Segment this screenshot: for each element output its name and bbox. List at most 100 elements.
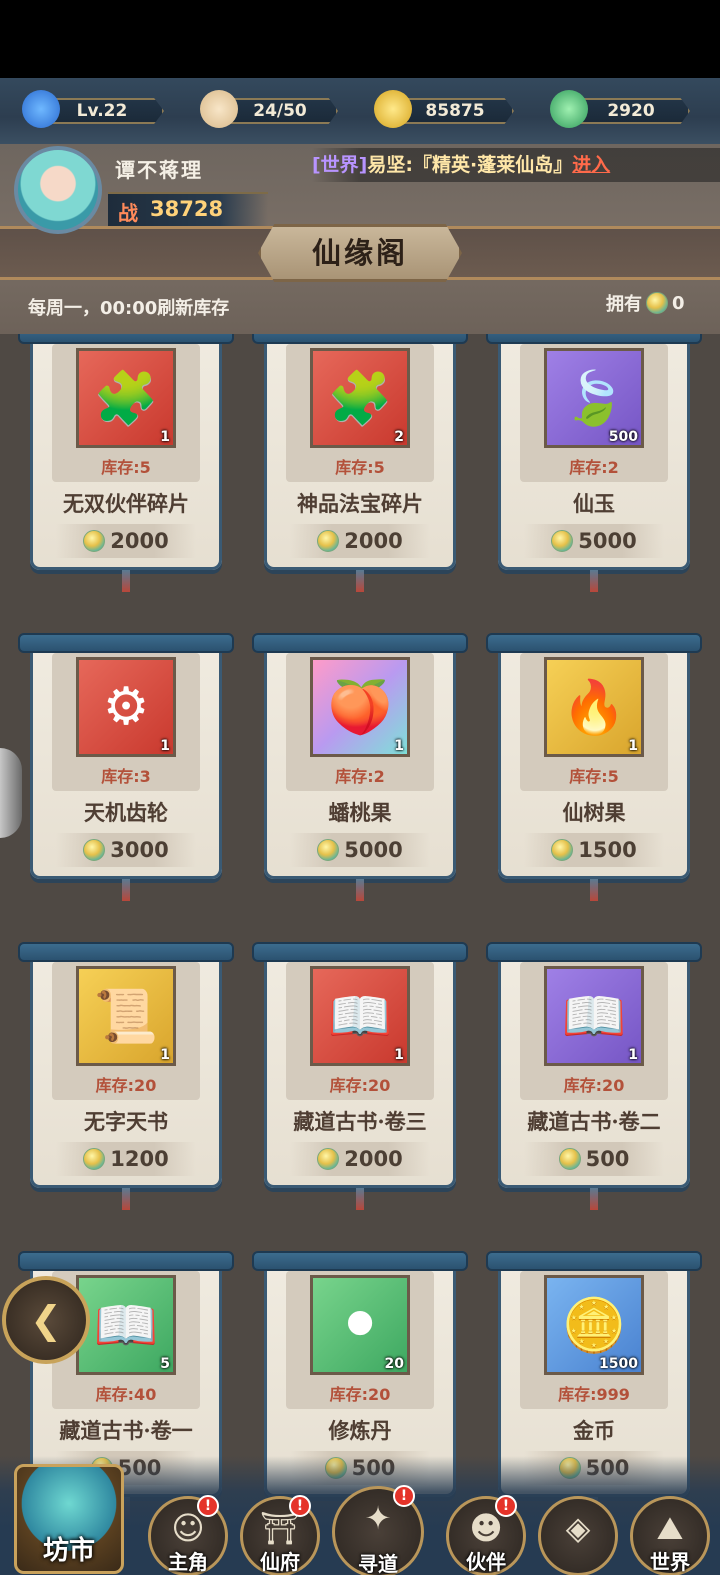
shop-item-card[interactable]: 📖 1 库存:20 藏道古书·卷二 500 — [486, 942, 702, 1210]
broadcast-message: 『精英·蓬莱仙岛』 — [412, 154, 573, 176]
item-price: 1500 — [578, 838, 637, 862]
item-glyph: 🧩 — [93, 368, 159, 429]
open-book-icon[interactable]: 📖 5 — [76, 1275, 176, 1375]
shop-item-card[interactable]: ⚙ 1 库存:3 天机齿轮 3000 — [18, 633, 234, 901]
shop-item-card[interactable]: 📜 1 库存:20 无字天书 1200 — [18, 942, 234, 1210]
item-name: 蟠桃果 — [328, 800, 392, 825]
broadcast-channel: [世界] — [312, 154, 368, 176]
item-name: 无双伙伴碎片 — [63, 491, 189, 516]
item-stock: 库存:20 — [563, 1076, 625, 1095]
item-price: 500 — [585, 1147, 630, 1171]
gear-icon[interactable]: ⚙ 1 — [76, 657, 176, 757]
nav-mansion-label: 仙府 — [260, 1550, 300, 1574]
pill-bowl-icon[interactable]: ⚫ 20 — [310, 1275, 410, 1375]
nav-quest-button[interactable]: ✦ ! 寻道 — [332, 1485, 424, 1575]
jade-coin-icon — [551, 530, 574, 552]
shop-item-card[interactable]: 🍑 1 库存:2 蟠桃果 5000 — [252, 633, 468, 901]
power-value: 38728 — [150, 197, 224, 221]
buy-price-button[interactable]: 1200 — [56, 1142, 196, 1176]
page-title-plate: 仙缘阁 — [258, 224, 462, 282]
buy-price-button[interactable]: 1500 — [524, 833, 664, 867]
jade-coin-icon — [646, 292, 668, 314]
bottom-nav: 坊市 ☺ ! 主角 ⛩ ! 仙府 ✦ ! 寻道 ☻ ! 伙伴 ◈ ⛰ 世界 — [0, 1456, 720, 1575]
scroll-rod — [252, 1251, 468, 1271]
jade-leaf-icon[interactable] — [550, 90, 588, 128]
jade-coin-icon — [558, 1148, 581, 1170]
shop-item-card[interactable]: 🧩 2 库存:5 神品法宝碎片 2000 — [252, 324, 468, 592]
shop-item-card[interactable]: 🧩 1 库存:5 无双伙伴碎片 2000 — [18, 324, 234, 592]
world-broadcast[interactable]: [世界]易坚:『精英·蓬莱仙岛』进入 — [312, 148, 720, 182]
gold-coin-icon[interactable] — [374, 90, 412, 128]
item-price: 2000 — [344, 1147, 403, 1171]
nav-market-button[interactable]: 坊市 — [14, 1464, 124, 1574]
nav-partner-button[interactable]: ☻ ! 伙伴 — [446, 1495, 526, 1575]
owned-label: 拥有 — [606, 294, 642, 315]
peach-icon[interactable]: 🍑 1 — [310, 657, 410, 757]
item-glyph: 🧩 — [327, 368, 393, 429]
page-title: 仙缘阁 — [311, 236, 408, 270]
jade-display[interactable]: 2920 — [572, 98, 690, 124]
nav-world-button[interactable]: ⛰ 世界 — [630, 1496, 710, 1575]
item-glyph: ⚙ — [102, 677, 150, 737]
nav-world-label: 世界 — [650, 1550, 690, 1574]
scroll-rod — [486, 1251, 702, 1271]
buy-price-button[interactable]: 5000 — [524, 524, 664, 558]
scroll-book-icon[interactable]: 📜 1 — [76, 966, 176, 1066]
stamina-value: 24/50 — [253, 101, 307, 121]
tassel — [590, 879, 598, 901]
item-quantity: 1500 — [599, 1356, 638, 1372]
tassel — [590, 1188, 598, 1210]
avatar[interactable] — [14, 146, 102, 234]
refresh-notice: 每周一，00:00刷新库存 — [28, 298, 230, 319]
item-quantity: 1 — [394, 1047, 404, 1063]
scroll-rod — [18, 633, 234, 653]
buy-price-button[interactable]: 3000 — [56, 833, 196, 867]
gold-display[interactable]: 85875 — [396, 98, 514, 124]
back-arrow-button[interactable]: ❮ — [2, 1276, 90, 1364]
item-price: 2000 — [344, 529, 403, 553]
item-name: 金币 — [573, 1418, 615, 1443]
puzzle-pieces-icon[interactable]: 🧩 2 — [310, 348, 410, 448]
shop-item-card[interactable]: 📖 1 库存:20 藏道古书·卷三 2000 — [252, 942, 468, 1210]
nav-hero-button[interactable]: ☺ ! 主角 — [148, 1495, 228, 1575]
shop-item-card[interactable]: 🔥 1 库存:5 仙树果 1500 — [486, 633, 702, 901]
item-stock: 库存:3 — [101, 767, 151, 786]
side-handle[interactable] — [0, 748, 22, 838]
open-book-icon[interactable]: 📖 1 — [544, 966, 644, 1066]
nav-market-label: 坊市 — [42, 1536, 95, 1566]
item-name: 神品法宝碎片 — [297, 491, 423, 516]
resource-bar: Lv.22 24/50 85875 2920 — [0, 78, 720, 144]
open-book-icon[interactable]: 📖 1 — [310, 966, 410, 1066]
item-glyph: 📖 — [561, 986, 627, 1047]
buy-price-button[interactable]: 500 — [524, 1142, 664, 1176]
mountain-icon: ⛰ — [656, 1509, 684, 1547]
jade-coin-icon — [551, 839, 574, 861]
buy-price-button[interactable]: 2000 — [290, 1142, 430, 1176]
buy-price-button[interactable]: 5000 — [290, 833, 430, 867]
item-stock: 库存:20 — [95, 1076, 157, 1095]
power-label: 战 — [118, 201, 138, 225]
gold-value: 85875 — [425, 101, 485, 121]
item-name: 藏道古书·卷一 — [59, 1418, 193, 1443]
bun-stamina-icon[interactable] — [200, 90, 238, 128]
jade-coin-icon — [83, 530, 106, 552]
item-glyph: ⚫ — [338, 1295, 382, 1355]
stamina-display[interactable]: 24/50 — [222, 98, 338, 124]
gold-coin-icon[interactable]: 🪙 1500 — [544, 1275, 644, 1375]
jade-leaf-icon[interactable]: 🍃 500 — [544, 348, 644, 448]
fire-fruit-icon[interactable]: 🔥 1 — [544, 657, 644, 757]
nav-locked-button[interactable]: ◈ — [538, 1496, 618, 1575]
item-glyph: 📖 — [327, 986, 393, 1047]
item-quantity: 500 — [608, 429, 638, 445]
buy-price-button[interactable]: 2000 — [290, 524, 430, 558]
tassel — [356, 570, 364, 592]
item-stock: 库存:20 — [329, 1076, 391, 1095]
nav-mansion-button[interactable]: ⛩ ! 仙府 — [240, 1495, 320, 1575]
buy-price-button[interactable]: 2000 — [56, 524, 196, 558]
item-price: 2000 — [110, 529, 169, 553]
item-stock: 库存:20 — [329, 1385, 391, 1404]
broadcast-enter-link[interactable]: 进入 — [572, 154, 610, 176]
puzzle-piece-icon[interactable]: 🧩 1 — [76, 348, 176, 448]
shop-item-card[interactable]: 🍃 500 库存:2 仙玉 5000 — [486, 324, 702, 592]
item-quantity: 1 — [628, 738, 638, 754]
